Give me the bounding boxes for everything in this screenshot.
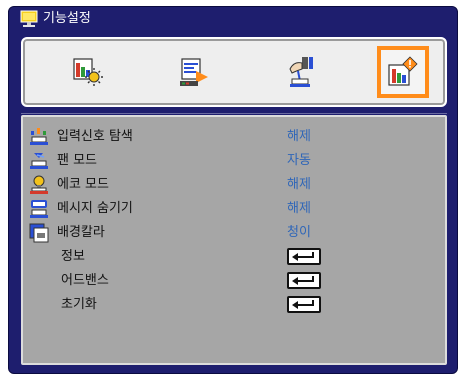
enter-button[interactable] bbox=[287, 248, 321, 265]
background-color-icon bbox=[29, 223, 49, 243]
menu-item-label: 팬 모드 bbox=[57, 153, 98, 168]
tab-setup[interactable] bbox=[275, 46, 327, 98]
settings-board-icon bbox=[20, 10, 38, 27]
menu-item-advanced[interactable]: 어드밴스 bbox=[23, 269, 445, 293]
menu-item-input-search[interactable]: 입력신호 탐색 해제 bbox=[23, 125, 445, 149]
menu-item-value: 해제 bbox=[287, 201, 311, 216]
menu-item-label: 입력신호 탐색 bbox=[57, 129, 133, 144]
menu-item-background-color[interactable]: 배경칼라 청이 bbox=[23, 221, 445, 245]
tab-options[interactable] bbox=[377, 46, 429, 98]
menu-item-value: 해제 bbox=[287, 129, 311, 144]
menu-item-info[interactable]: 정보 bbox=[23, 245, 445, 269]
menu-item-label: 어드밴스 bbox=[61, 273, 109, 288]
menu-item-label: 정보 bbox=[61, 249, 85, 264]
message-hide-icon bbox=[30, 200, 48, 218]
enter-button[interactable] bbox=[287, 296, 321, 313]
settings-window: 기능설정 입력신호 탐색 해제 팬 모드 자동 에코 모드 해제 메시지 숨기기… bbox=[8, 6, 458, 374]
enter-button[interactable] bbox=[287, 272, 321, 289]
tab-image[interactable] bbox=[61, 46, 113, 98]
setup-hand-icon bbox=[289, 57, 313, 87]
settings-menu-panel: 입력신호 탐색 해제 팬 모드 자동 에코 모드 해제 메시지 숨기기 해제 배… bbox=[21, 115, 447, 365]
menu-tab-bar bbox=[21, 37, 447, 107]
menu-item-reset[interactable]: 초기화 bbox=[23, 293, 445, 317]
menu-item-value: 해제 bbox=[287, 177, 311, 192]
menu-item-fan-mode[interactable]: 팬 모드 자동 bbox=[23, 149, 445, 173]
input-search-icon bbox=[30, 128, 48, 145]
menu-item-label: 에코 모드 bbox=[57, 177, 109, 192]
title-bar: 기능설정 bbox=[9, 7, 457, 31]
menu-item-value: 자동 bbox=[287, 153, 311, 168]
display-setup-icon bbox=[180, 58, 208, 86]
menu-item-label: 메시지 숨기기 bbox=[57, 201, 133, 216]
window-title: 기능설정 bbox=[43, 11, 91, 26]
divider bbox=[21, 113, 447, 114]
image-adjust-icon bbox=[73, 58, 103, 86]
menu-item-label: 초기화 bbox=[61, 297, 97, 312]
options-info-icon bbox=[388, 56, 418, 86]
menu-item-eco-mode[interactable]: 에코 모드 해제 bbox=[23, 173, 445, 197]
fan-mode-icon bbox=[30, 153, 48, 169]
tab-display[interactable] bbox=[167, 46, 219, 98]
menu-item-message-hide[interactable]: 메시지 숨기기 해제 bbox=[23, 197, 445, 221]
eco-mode-icon bbox=[30, 175, 48, 194]
enter-key-icon bbox=[292, 276, 314, 285]
menu-item-value: 청이 bbox=[287, 225, 311, 240]
enter-key-icon bbox=[292, 300, 314, 309]
menu-item-label: 배경칼라 bbox=[57, 225, 105, 240]
enter-key-icon bbox=[292, 252, 314, 261]
